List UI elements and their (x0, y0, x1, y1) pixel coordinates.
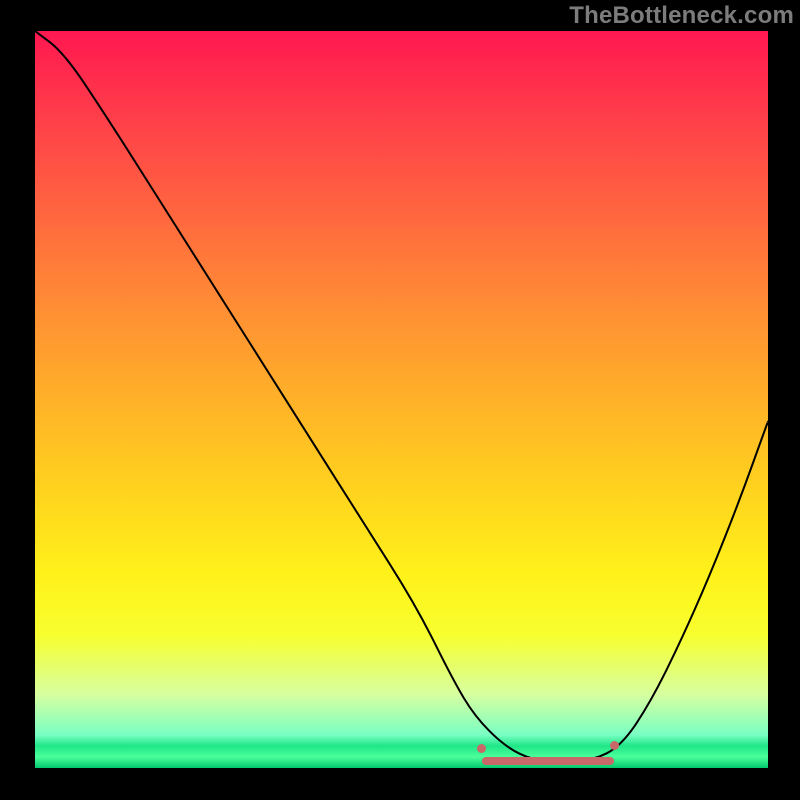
valley-dot-right (610, 741, 619, 750)
bottleneck-curve-path (35, 31, 768, 761)
watermark-text: TheBottleneck.com (569, 2, 794, 30)
plot-area (35, 31, 768, 768)
bottleneck-curve (35, 31, 768, 768)
valley-dot-left (477, 744, 486, 753)
valley-flat-marker (482, 757, 614, 765)
chart-frame: TheBottleneck.com (0, 0, 800, 800)
